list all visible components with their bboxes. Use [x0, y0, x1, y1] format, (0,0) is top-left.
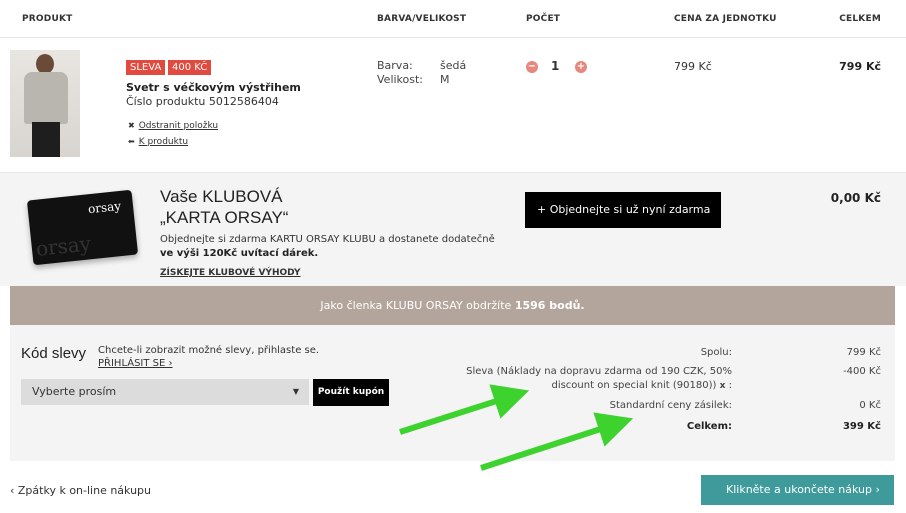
- annotation-arrows: [399, 384, 634, 471]
- arrow-to-shipping-icon: [480, 412, 634, 471]
- arrow-to-discount-icon: [399, 384, 530, 435]
